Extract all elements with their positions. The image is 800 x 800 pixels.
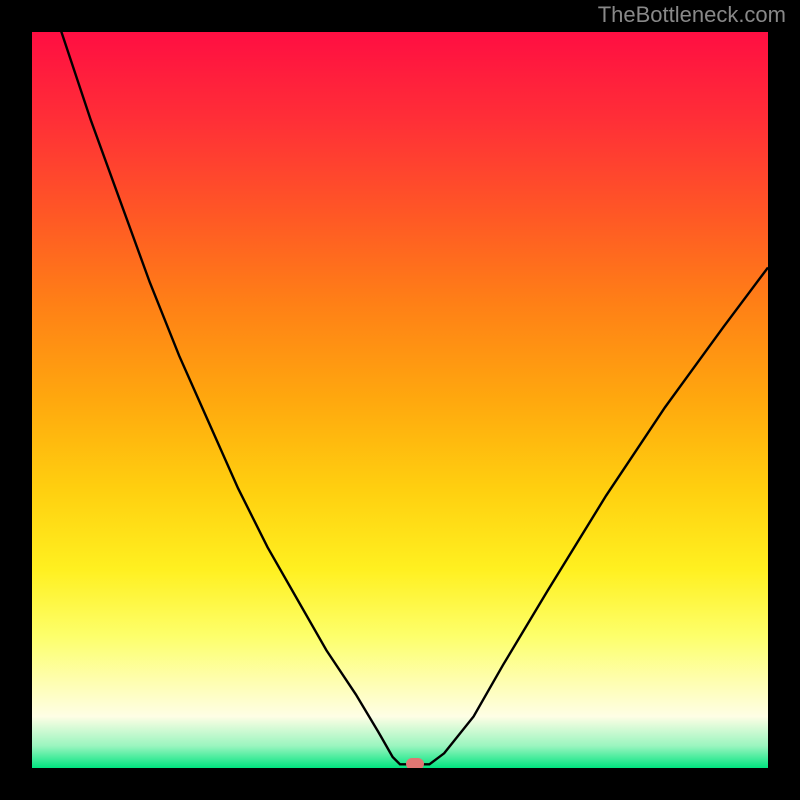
minimum-marker: [406, 758, 424, 768]
chart-frame: TheBottleneck.com: [0, 0, 800, 800]
curve-path: [32, 32, 768, 764]
watermark-text: TheBottleneck.com: [598, 2, 786, 28]
plot-area: [32, 32, 768, 768]
bottleneck-curve: [32, 32, 768, 768]
